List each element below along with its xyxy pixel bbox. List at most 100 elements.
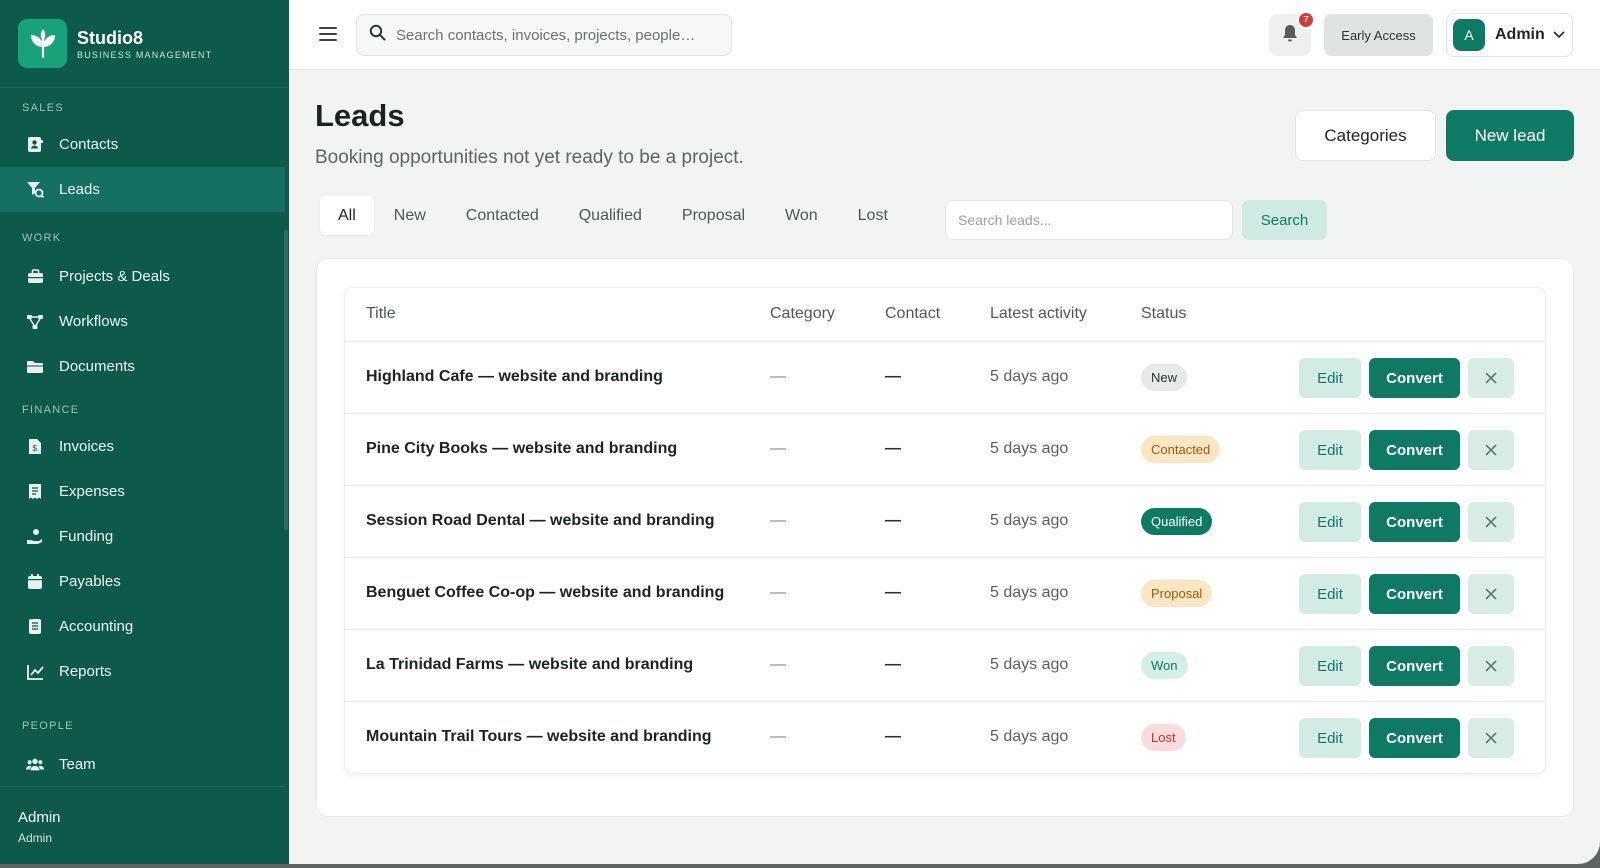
table-row[interactable]: Mountain Trail Tours — website and brand… xyxy=(345,702,1545,774)
remove-button[interactable] xyxy=(1468,430,1514,470)
sidebar-item-projects[interactable]: Projects & Deals xyxy=(0,254,285,299)
lead-search[interactable] xyxy=(945,200,1233,240)
close-icon xyxy=(1485,660,1497,672)
edit-button[interactable]: Edit xyxy=(1299,574,1361,614)
sidebar-item-label: Invoices xyxy=(59,438,115,455)
convert-button[interactable]: Convert xyxy=(1369,358,1460,398)
receipt-icon xyxy=(26,483,44,501)
tab-all[interactable]: All xyxy=(320,196,374,235)
leads-table: Title Category Contact Latest activity S… xyxy=(344,287,1546,774)
table-row[interactable]: Session Road Dental — website and brandi… xyxy=(345,486,1545,558)
sidebar-item-label: Reports xyxy=(59,663,112,680)
status-filter-tabs: All New Contacted Qualified Proposal Won… xyxy=(320,196,908,235)
convert-button[interactable]: Convert xyxy=(1369,574,1460,614)
invoice-icon: $ xyxy=(26,438,44,456)
remove-button[interactable] xyxy=(1468,718,1514,758)
brand[interactable]: Studio8 BUSINESS MANAGEMENT xyxy=(0,0,289,88)
table-row[interactable]: Highland Cafe — website and branding — — 5 … xyxy=(345,342,1545,414)
close-icon xyxy=(1485,588,1497,600)
global-search[interactable] xyxy=(356,14,732,56)
remove-button[interactable] xyxy=(1468,502,1514,542)
edit-button[interactable]: Edit xyxy=(1299,358,1361,398)
early-access-button[interactable]: Early Access xyxy=(1324,14,1433,56)
status-badge: Proposal xyxy=(1141,580,1213,607)
lead-title[interactable]: Session Road Dental — website and brandi… xyxy=(366,512,715,530)
column-status[interactable]: Status xyxy=(1141,305,1186,323)
calendar-icon xyxy=(26,573,44,591)
notification-count-badge: 7 xyxy=(1297,11,1315,29)
chevron-down-icon xyxy=(1553,26,1565,44)
tab-proposal[interactable]: Proposal xyxy=(662,196,765,235)
sidebar-item-expenses[interactable]: Expenses xyxy=(0,469,285,514)
tab-new[interactable]: New xyxy=(374,196,446,235)
column-contact[interactable]: Contact xyxy=(885,305,940,323)
sidebar-user-role: Admin xyxy=(18,831,53,845)
lead-category: — xyxy=(770,656,786,673)
convert-button[interactable]: Convert xyxy=(1369,502,1460,542)
lead-title[interactable]: Pine City Books — website and branding xyxy=(366,440,677,458)
convert-button[interactable]: Convert xyxy=(1369,646,1460,686)
sidebar-item-team[interactable]: Team xyxy=(0,742,285,787)
leads-card: Title Category Contact Latest activity S… xyxy=(316,258,1574,817)
sidebar-scrollbar[interactable] xyxy=(284,230,288,530)
sidebar-item-label: Documents xyxy=(59,358,135,375)
global-search-input[interactable] xyxy=(396,26,716,44)
search-button[interactable]: Search xyxy=(1242,200,1327,240)
sidebar-item-label: Workflows xyxy=(59,313,128,330)
tab-contacted[interactable]: Contacted xyxy=(446,196,559,235)
column-category[interactable]: Category xyxy=(770,305,835,323)
lead-title[interactable]: Mountain Trail Tours — website and brand… xyxy=(366,728,712,746)
chart-icon xyxy=(26,663,44,681)
remove-button[interactable] xyxy=(1468,646,1514,686)
sidebar-item-funding[interactable]: Funding xyxy=(0,514,285,559)
sidebar-user[interactable]: Admin Admin xyxy=(0,786,285,845)
column-latest-activity[interactable]: Latest activity xyxy=(990,305,1087,323)
table-row[interactable]: Pine City Books — website and branding — —… xyxy=(345,414,1545,486)
tab-won[interactable]: Won xyxy=(765,196,838,235)
edit-button[interactable]: Edit xyxy=(1299,430,1361,470)
tab-lost[interactable]: Lost xyxy=(838,196,908,235)
sidebar-user-name: Admin xyxy=(18,809,61,826)
sidebar-item-label: Payables xyxy=(59,573,121,590)
lead-title[interactable]: Highland Cafe — website and branding xyxy=(366,368,663,386)
tab-qualified[interactable]: Qualified xyxy=(559,196,662,235)
sidebar-item-leads[interactable]: Leads xyxy=(0,167,285,212)
sidebar-item-label: Team xyxy=(59,756,96,773)
sidebar-item-reports[interactable]: Reports xyxy=(0,649,285,694)
sidebar-item-payables[interactable]: Payables xyxy=(0,559,285,604)
categories-button[interactable]: Categories xyxy=(1295,110,1436,161)
edit-button[interactable]: Edit xyxy=(1299,502,1361,542)
status-badge: Qualified xyxy=(1141,508,1213,535)
sidebar-item-contacts[interactable]: Contacts xyxy=(0,122,285,167)
leaf-logo-icon xyxy=(18,19,67,68)
app-subtitle: BUSINESS MANAGEMENT xyxy=(77,49,213,60)
remove-button[interactable] xyxy=(1468,358,1514,398)
notifications-button[interactable]: 7 xyxy=(1269,11,1315,56)
team-icon xyxy=(26,756,44,774)
menu-icon[interactable] xyxy=(318,24,338,44)
status-badge: New xyxy=(1141,364,1188,391)
page-subtitle: Booking opportunities not yet ready to b… xyxy=(315,147,744,168)
sidebar-item-documents[interactable]: Documents xyxy=(0,344,285,389)
lead-title[interactable]: Benguet Coffee Co-op — website and brand… xyxy=(366,584,724,602)
sidebar-item-label: Accounting xyxy=(59,618,134,635)
sidebar-item-invoices[interactable]: $ Invoices xyxy=(0,424,285,469)
app-name: Studio8 xyxy=(77,27,143,48)
edit-button[interactable]: Edit xyxy=(1299,646,1361,686)
remove-button[interactable] xyxy=(1468,574,1514,614)
column-title[interactable]: Title xyxy=(366,305,396,323)
sidebar-item-accounting[interactable]: Accounting xyxy=(0,604,285,649)
user-menu[interactable]: A Admin xyxy=(1446,13,1573,57)
briefcase-icon xyxy=(26,268,44,286)
convert-button[interactable]: Convert xyxy=(1369,430,1460,470)
lead-search-input[interactable] xyxy=(958,212,1218,228)
table-row[interactable]: La Trinidad Farms — website and branding… xyxy=(345,630,1545,702)
edit-button[interactable]: Edit xyxy=(1299,718,1361,758)
sidebar-item-workflows[interactable]: Workflows xyxy=(0,299,285,344)
close-icon xyxy=(1485,732,1497,744)
convert-button[interactable]: Convert xyxy=(1369,718,1460,758)
new-lead-button[interactable]: New lead xyxy=(1446,110,1574,161)
lead-title[interactable]: La Trinidad Farms — website and branding xyxy=(366,656,693,674)
nav-section-people: PEOPLE xyxy=(22,720,74,732)
table-row[interactable]: Benguet Coffee Co-op — website and brand… xyxy=(345,558,1545,630)
